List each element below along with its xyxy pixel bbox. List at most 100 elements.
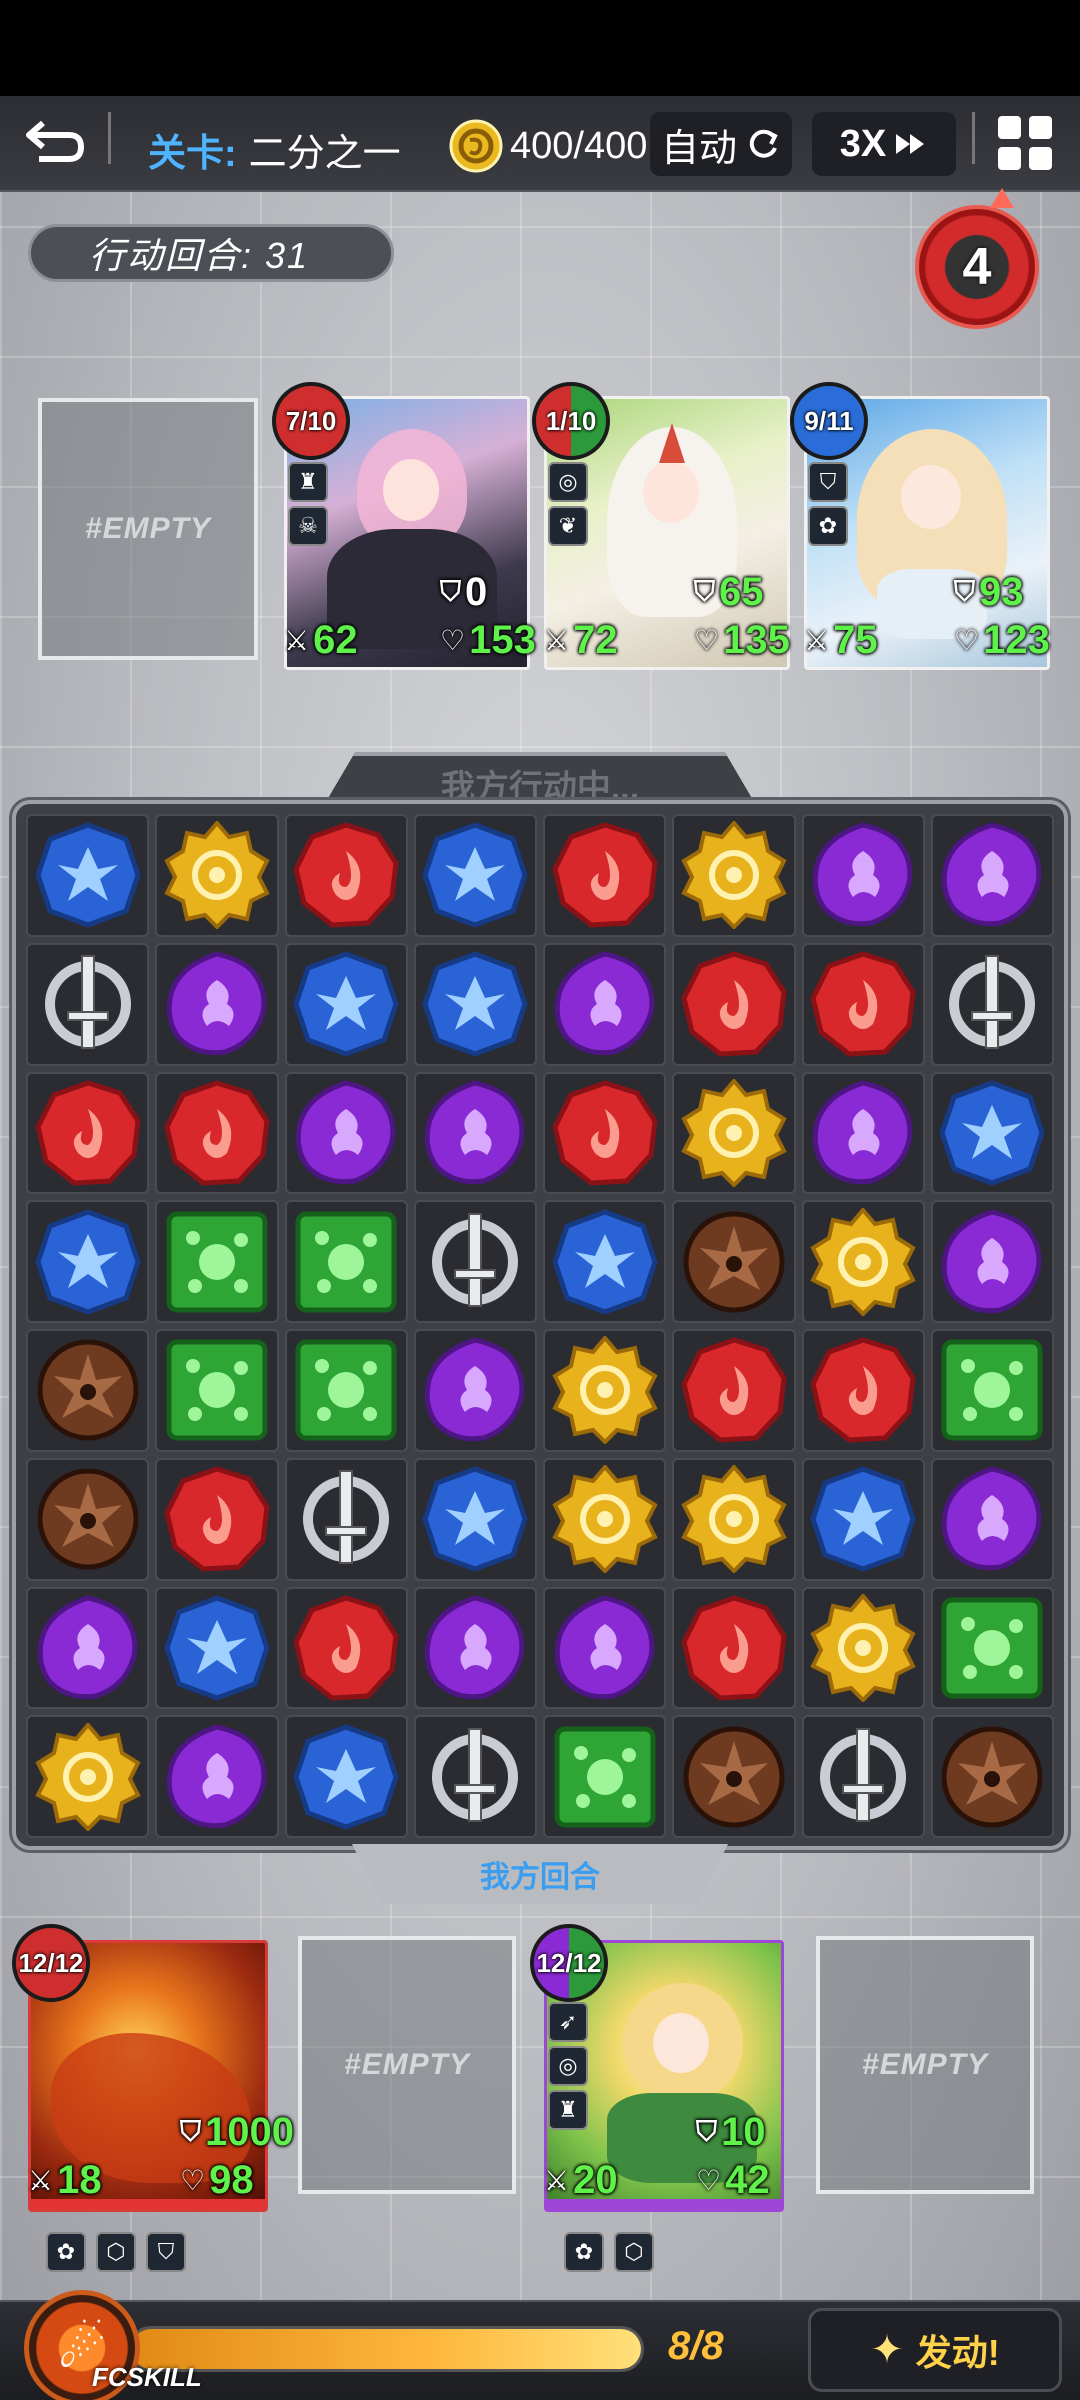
menu-button[interactable] <box>992 110 1058 176</box>
sword-gem-icon[interactable] <box>292 1465 400 1573</box>
board-cell[interactable] <box>413 1071 537 1195</box>
sword-gem-icon[interactable] <box>421 1208 529 1316</box>
board-cell[interactable] <box>672 942 796 1066</box>
purple-gem-icon[interactable] <box>809 1079 917 1187</box>
green-gem-icon[interactable] <box>292 1208 400 1316</box>
board-cell[interactable] <box>801 1329 925 1452</box>
brown-gem-icon[interactable] <box>680 1723 788 1831</box>
tower-skill-icon[interactable]: ♜ <box>548 2090 588 2130</box>
blue-gem-icon[interactable] <box>421 1465 529 1573</box>
board-cell[interactable] <box>930 1200 1054 1323</box>
board-cell[interactable] <box>284 1715 408 1838</box>
red-gem-icon[interactable] <box>292 1594 400 1702</box>
board-cell[interactable] <box>543 1200 667 1323</box>
yellow-gem-icon[interactable] <box>551 1465 659 1574</box>
brown-gem-icon[interactable] <box>34 1465 142 1573</box>
red-gem-icon[interactable] <box>551 1079 659 1187</box>
board-cell[interactable] <box>672 1200 796 1323</box>
green-gem-icon[interactable] <box>938 1336 1046 1444</box>
board-cell[interactable] <box>155 814 279 937</box>
yellow-gem-icon[interactable] <box>551 1336 659 1445</box>
purple-gem-icon[interactable] <box>551 950 659 1058</box>
shield-skill-icon[interactable]: ⛉ <box>146 2232 186 2272</box>
skull-skill-icon[interactable]: ☠ <box>288 506 328 546</box>
flower-skill-icon[interactable]: ✿ <box>564 2232 604 2272</box>
purple-gem-icon[interactable] <box>938 821 1046 929</box>
blue-gem-icon[interactable] <box>421 950 529 1058</box>
heart-skill-icon[interactable]: ❦ <box>548 506 588 546</box>
board-cell[interactable] <box>672 1715 796 1838</box>
speed-button[interactable]: 3X <box>812 112 956 176</box>
auto-button[interactable]: 自动 <box>650 112 792 176</box>
board-cell[interactable] <box>672 1071 796 1195</box>
red-gem-icon[interactable] <box>809 1336 917 1444</box>
blue-gem-icon[interactable] <box>809 1465 917 1573</box>
blue-gem-icon[interactable] <box>292 950 400 1058</box>
green-gem-icon[interactable] <box>292 1336 400 1444</box>
tower-skill-icon[interactable]: ♜ <box>288 462 328 502</box>
flower-skill-icon[interactable]: ✿ <box>808 506 848 546</box>
board-cell[interactable] <box>26 1200 150 1323</box>
blue-gem-icon[interactable] <box>421 821 529 929</box>
purple-gem-icon[interactable] <box>421 1594 529 1702</box>
board-cell[interactable] <box>801 1715 925 1838</box>
board-cell[interactable] <box>930 814 1054 937</box>
board-cell[interactable] <box>801 1200 925 1323</box>
red-gem-icon[interactable] <box>680 1336 788 1444</box>
board-cell[interactable] <box>413 1457 537 1581</box>
board-cell[interactable] <box>543 1715 667 1838</box>
board-cell[interactable] <box>284 1071 408 1195</box>
yellow-gem-icon[interactable] <box>34 1722 142 1831</box>
yellow-gem-icon[interactable] <box>680 821 788 930</box>
board-cell[interactable] <box>543 814 667 937</box>
board-cell[interactable] <box>543 942 667 1066</box>
board-cell[interactable] <box>284 1586 408 1710</box>
sword-gem-icon[interactable] <box>938 950 1046 1058</box>
purple-gem-icon[interactable] <box>809 821 917 929</box>
sword-gem-icon[interactable] <box>809 1723 917 1831</box>
back-button[interactable] <box>22 108 88 174</box>
purple-gem-icon[interactable] <box>163 950 271 1058</box>
yellow-gem-icon[interactable] <box>680 1465 788 1574</box>
brown-gem-icon[interactable] <box>938 1723 1046 1831</box>
purple-gem-icon[interactable] <box>163 1723 271 1831</box>
launch-button[interactable]: ✦ 发动! <box>808 2308 1062 2392</box>
blue-gem-icon[interactable] <box>34 821 142 929</box>
sword-gem-icon[interactable] <box>34 950 142 1058</box>
yellow-gem-icon[interactable] <box>680 1078 788 1187</box>
board-cell[interactable] <box>543 1329 667 1452</box>
board-cell[interactable] <box>413 1715 537 1838</box>
flower-skill-icon[interactable]: ✿ <box>46 2232 86 2272</box>
red-gem-icon[interactable] <box>551 821 659 929</box>
spiral-skill-icon[interactable]: ◎ <box>548 462 588 502</box>
red-gem-icon[interactable] <box>292 821 400 929</box>
yellow-gem-icon[interactable] <box>809 1593 917 1702</box>
board-cell[interactable] <box>26 942 150 1066</box>
board-cell[interactable] <box>413 1200 537 1323</box>
board-cell[interactable] <box>26 1071 150 1195</box>
board-cell[interactable] <box>26 1586 150 1710</box>
green-gem-icon[interactable] <box>551 1723 659 1831</box>
green-gem-icon[interactable] <box>163 1208 271 1316</box>
purple-gem-icon[interactable] <box>421 1079 529 1187</box>
board-cell[interactable] <box>155 1457 279 1581</box>
purple-gem-icon[interactable] <box>421 1336 529 1444</box>
board-cell[interactable] <box>284 814 408 937</box>
board-cell[interactable] <box>672 1586 796 1710</box>
board-cell[interactable] <box>26 1329 150 1452</box>
board-cell[interactable] <box>930 942 1054 1066</box>
purple-gem-icon[interactable] <box>34 1594 142 1702</box>
wing-skill-icon[interactable]: ➶ <box>548 2002 588 2042</box>
purple-gem-icon[interactable] <box>938 1465 1046 1573</box>
board-cell[interactable] <box>801 942 925 1066</box>
sword-gem-icon[interactable] <box>421 1723 529 1831</box>
board-cell[interactable] <box>155 1071 279 1195</box>
brown-gem-icon[interactable] <box>34 1336 142 1444</box>
board-cell[interactable] <box>930 1715 1054 1838</box>
red-gem-icon[interactable] <box>680 1594 788 1702</box>
red-gem-icon[interactable] <box>34 1079 142 1187</box>
board-cell[interactable] <box>413 814 537 937</box>
shield-skill-icon[interactable]: ⛉ <box>808 462 848 502</box>
board-cell[interactable] <box>672 1457 796 1581</box>
board-cell[interactable] <box>26 1457 150 1581</box>
